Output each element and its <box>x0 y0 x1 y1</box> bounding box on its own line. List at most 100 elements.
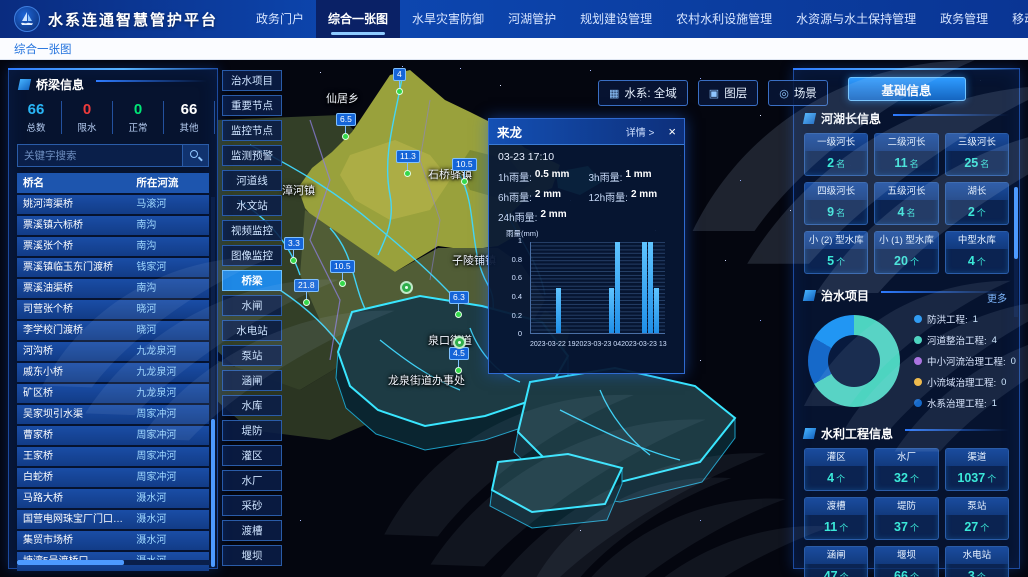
nav-item[interactable]: 政务门户 <box>244 0 316 38</box>
stat-card[interactable]: 涵闸 47 个 <box>804 546 868 577</box>
card-label: 堰坝 <box>875 547 937 564</box>
close-icon[interactable]: × <box>668 125 676 138</box>
layer-button[interactable]: 治水项目 <box>222 70 282 91</box>
projects-legend: 防洪工程: 1 河道整治工程: 4 中小河流治理工程: 0 小流域治理工程: 0 <box>914 312 1016 410</box>
stat-card[interactable]: 堰坝 66 个 <box>874 546 938 577</box>
table-row[interactable]: 矿区桥 九龙泉河 <box>17 384 209 403</box>
station-marker-icon[interactable] <box>453 336 466 349</box>
map-marker[interactable]: 4 <box>393 68 406 95</box>
table-row[interactable]: 吴家坝引水渠 周家冲河 <box>17 405 209 424</box>
legend-dot-icon <box>914 378 922 386</box>
nav-item[interactable]: 农村水利设施管理 <box>664 0 784 38</box>
layer-button[interactable]: 河道线 <box>222 170 282 191</box>
layer-button[interactable]: 水库 <box>222 395 282 416</box>
table-row[interactable]: 司营张个桥 晓河 <box>17 300 209 319</box>
stat-card[interactable]: 中型水库 4 个 <box>945 231 1009 274</box>
layer-button[interactable]: 水电站 <box>222 320 282 341</box>
table-row[interactable]: 国营电网珠宝厂门口渡桥 滠水河 <box>17 510 209 529</box>
table-vertical-scrollbar[interactable] <box>211 197 215 567</box>
map-marker[interactable]: 21.8 <box>294 279 319 306</box>
table-row[interactable]: 票溪油渠桥 南沟 <box>17 279 209 298</box>
legend-label: 小流域治理工程: <box>927 375 996 389</box>
donut-hole <box>828 335 880 387</box>
table-row[interactable]: 河沟桥 九龙泉河 <box>17 342 209 361</box>
layer-button[interactable]: 水闸 <box>222 295 282 316</box>
stat-card[interactable]: 水厂 32 个 <box>874 448 938 491</box>
marker-stem <box>407 163 408 170</box>
basic-info-button[interactable]: 基础信息 <box>848 77 966 101</box>
layer-button[interactable]: 重要节点 <box>222 95 282 116</box>
stat-card[interactable]: 水电站 3 个 <box>945 546 1009 577</box>
stat-card[interactable]: 五级河长 4 名 <box>874 182 938 225</box>
layer-button[interactable]: 监测预警 <box>222 145 282 166</box>
table-row[interactable]: 马路大桥 滠水河 <box>17 489 209 508</box>
nav-item[interactable]: 政务管理 <box>928 0 1000 38</box>
stat-card[interactable]: 小 (1) 型水库 20 个 <box>874 231 938 274</box>
nav-item[interactable]: 综合一张图 <box>316 0 400 38</box>
stat-card[interactable]: 小 (2) 型水库 5 个 <box>804 231 868 274</box>
search-button[interactable] <box>182 145 208 166</box>
layer-button[interactable]: 泵站 <box>222 345 282 366</box>
nav-item[interactable]: 水资源与水土保持管理 <box>784 0 928 38</box>
layer-button[interactable]: 堰坝 <box>222 545 282 566</box>
table-row[interactable]: 李学校门渡桥 晓河 <box>17 321 209 340</box>
map-marker[interactable]: 11.3 <box>396 150 420 177</box>
bridge-stat: 0 正常 <box>113 101 164 134</box>
breadcrumb[interactable]: 综合一张图 <box>14 41 72 57</box>
nav-item[interactable]: 规划建设管理 <box>568 0 664 38</box>
table-row[interactable]: 白蛇桥 周家冲河 <box>17 468 209 487</box>
table-row[interactable]: 票溪张个桥 南沟 <box>17 237 209 256</box>
projects-more-link[interactable]: 更多 <box>987 290 1007 305</box>
map-tool-button[interactable]: ◎ 场景 <box>768 80 828 106</box>
layer-button[interactable]: 灌区 <box>222 445 282 466</box>
stat-card[interactable]: 泵站 27 个 <box>945 497 1009 540</box>
nav-item[interactable]: 移动工作管理 <box>1000 0 1028 38</box>
table-row[interactable]: 票溪镇六标桥 南沟 <box>17 216 209 235</box>
layer-button[interactable]: 涵闸 <box>222 370 282 391</box>
layer-button[interactable]: 图像监控 <box>222 245 282 266</box>
map-marker[interactable]: 6.5 <box>336 113 356 140</box>
stat-card[interactable]: 湖长 2 个 <box>945 182 1009 225</box>
stat-card[interactable]: 渡槽 11 个 <box>804 497 868 540</box>
stat-value: 66 <box>164 101 214 118</box>
stat-card[interactable]: 一级河长 2 名 <box>804 133 868 176</box>
popup-detail-link[interactable]: 详情 > <box>626 124 655 139</box>
stat-card[interactable]: 三级河长 25 名 <box>945 133 1009 176</box>
stat-card[interactable]: 二级河长 11 名 <box>874 133 938 176</box>
stat-card[interactable]: 渠道 1037 个 <box>945 448 1009 491</box>
map-marker[interactable]: 3.3 <box>284 237 304 264</box>
card-value: 9 <box>827 205 834 219</box>
layer-button[interactable]: 监控节点 <box>222 120 282 141</box>
layer-button[interactable]: 水厂 <box>222 470 282 491</box>
map-marker[interactable]: 10.5 <box>330 260 355 287</box>
stat-card[interactable]: 堤防 37 个 <box>874 497 938 540</box>
table-row[interactable]: 曹家桥 周家冲河 <box>17 426 209 445</box>
layer-button[interactable]: 水文站 <box>222 195 282 216</box>
layer-button[interactable]: 渡槽 <box>222 520 282 541</box>
table-row[interactable]: 王家桥 周家冲河 <box>17 447 209 466</box>
stat-card[interactable]: 四级河长 9 名 <box>804 182 868 225</box>
map-marker[interactable]: 6.3 <box>449 291 469 318</box>
map-tool-button[interactable]: ▦ 水系: 全域 <box>598 80 688 106</box>
rainfall-metric: 12h雨量: 2 mm <box>589 189 676 204</box>
layer-button[interactable]: 堤防 <box>222 420 282 441</box>
map-marker[interactable]: 4.5 <box>449 347 469 374</box>
station-popup: 来龙 详情 > × 03-23 17:10 1h雨量: 0.5 mm 3h雨量:… <box>488 118 685 374</box>
table-row[interactable]: 戚东小桥 九龙泉河 <box>17 363 209 382</box>
table-horizontal-scrollbar[interactable] <box>17 560 211 565</box>
station-marker-icon[interactable] <box>400 281 413 294</box>
nav-item[interactable]: 水旱灾害防御 <box>400 0 496 38</box>
table-row[interactable]: 姚河湾渠桥 马滚河 <box>17 195 209 214</box>
table-row[interactable]: 集贸市场桥 滠水河 <box>17 531 209 550</box>
layer-button[interactable]: 采砂 <box>222 495 282 516</box>
layer-button[interactable]: 桥梁 <box>222 270 282 291</box>
table-row[interactable]: 票溪镇临玉东门渡桥 钱家河 <box>17 258 209 277</box>
layer-button[interactable]: 视频监控 <box>222 220 282 241</box>
nav-item[interactable]: 河湖管护 <box>496 0 568 38</box>
chart-y-ticks: 10.80.60.40.20 <box>504 237 526 338</box>
stat-card[interactable]: 灌区 4 个 <box>804 448 868 491</box>
map-tool-button[interactable]: ▣ 图层 <box>698 80 758 106</box>
right-panel-scrollbar[interactable] <box>1014 187 1018 317</box>
search-input[interactable] <box>18 145 182 166</box>
map-marker[interactable]: 10.5 <box>452 158 477 185</box>
